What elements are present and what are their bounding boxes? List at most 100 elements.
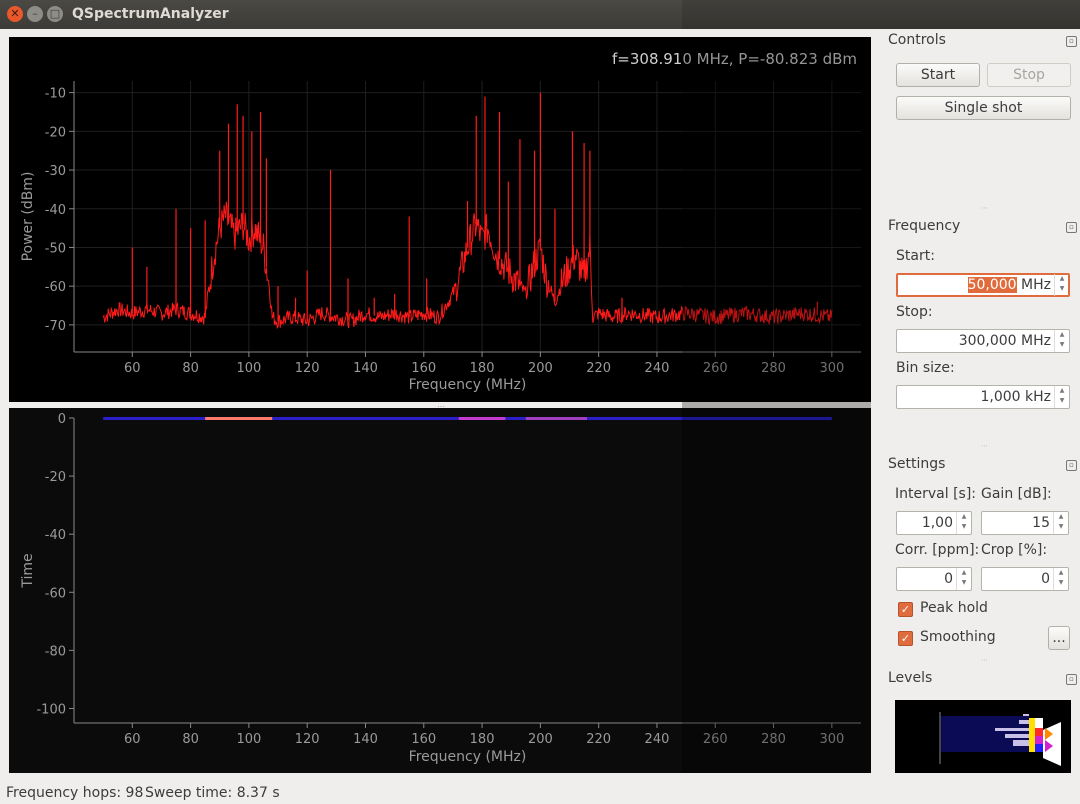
y-tick-label: -100: [36, 702, 66, 717]
x-tick-label: 80: [182, 732, 199, 747]
start-frequency-selected-text: 50,000: [967, 277, 1017, 293]
x-tick-label: 160: [411, 732, 436, 747]
x-tick-label: 240: [645, 361, 670, 376]
spin-arrows-icon[interactable]: ▲ ▼: [956, 512, 971, 534]
spin-arrows-icon[interactable]: ▲ ▼: [1053, 512, 1068, 534]
gain-input[interactable]: 15 ▲ ▼: [981, 511, 1069, 535]
gradient-white: [1035, 718, 1043, 728]
start-frequency-input[interactable]: 50,000 MHz ▲ ▼: [896, 273, 1070, 297]
x-tick-label: 200: [528, 361, 553, 376]
crop-input[interactable]: 0 ▲ ▼: [981, 567, 1069, 591]
x-tick-label: 240: [645, 732, 670, 747]
stop-frequency-value: 300,000 MHz: [958, 333, 1051, 349]
gradient-red: [1035, 728, 1043, 736]
waterfall-plot[interactable]: 60 80 100 120 140 160 180 200 220 240 260 280 300 0 -2…: [9, 408, 871, 773]
x-tick-label: 220: [586, 732, 611, 747]
crop-label: Crop [%]:: [981, 542, 1048, 558]
spin-arrows-icon[interactable]: ▲ ▼: [1053, 568, 1068, 590]
interval-label: Interval [s]:: [895, 486, 976, 502]
spin-arrows-icon[interactable]: ▲ ▼: [1054, 274, 1069, 296]
y-tick-label: -40: [45, 528, 66, 543]
dock-resize-grip[interactable]: ⋯: [981, 442, 989, 450]
interval-value: 1,00: [921, 515, 953, 531]
minimize-window-button[interactable]: –: [27, 6, 43, 22]
stop-frequency-input[interactable]: 300,000 MHz ▲ ▼: [896, 329, 1070, 353]
x-axis-label: Frequency (MHz): [409, 377, 527, 393]
dock-resize-grip[interactable]: ⋯: [981, 204, 989, 212]
interval-input[interactable]: 1,00 ▲ ▼: [896, 511, 972, 535]
x-tick-label: 200: [528, 732, 553, 747]
y-tick-label: -10: [45, 87, 66, 102]
y-tick-label: -40: [45, 203, 66, 218]
histogram-bar: [1005, 734, 1029, 738]
waterfall-hot-band: [205, 417, 273, 420]
x-tick-label: 260: [703, 732, 728, 747]
status-bar: Frequency hops: 98 Sweep time: 8.37 s: [0, 781, 1080, 804]
float-dock-icon[interactable]: ▫: [1066, 36, 1077, 47]
float-dock-icon[interactable]: ▫: [1066, 460, 1077, 471]
smoothing-checkbox[interactable]: ✓: [898, 631, 913, 646]
close-window-button[interactable]: ✕: [7, 6, 23, 22]
settings-dock-title: Settings: [888, 456, 946, 472]
bin-size-label: Bin size:: [896, 360, 955, 376]
bin-size-input[interactable]: 1,000 kHz ▲ ▼: [896, 385, 1070, 409]
start-frequency-label: Start:: [896, 248, 935, 264]
dock-resize-grip[interactable]: ⋯: [981, 656, 989, 664]
waterfall-hot-band: [458, 417, 506, 420]
histogram-bar: [1019, 720, 1029, 724]
x-tick-label: 280: [761, 732, 786, 747]
spectrum-chart[interactable]: 60 80 100 120 140 160 180 200 220 240 260 280 300 -10…: [9, 37, 871, 402]
spin-arrows-icon[interactable]: ▲ ▼: [1054, 386, 1069, 408]
cursor-readout: f=308.910 MHz, P=-80.823 dBm: [612, 50, 857, 68]
x-tick-label: 280: [761, 361, 786, 376]
gradient-yellow: [1029, 718, 1035, 752]
correction-label: Corr. [ppm]:: [895, 542, 980, 558]
correction-input[interactable]: 0 ▲ ▼: [896, 567, 972, 591]
peak-hold-label: Peak hold: [920, 600, 988, 616]
float-dock-icon[interactable]: ▫: [1066, 674, 1077, 685]
x-tick-label: 100: [236, 361, 261, 376]
smoothing-options-button[interactable]: ...: [1048, 626, 1070, 650]
single-shot-button[interactable]: Single shot: [896, 96, 1071, 120]
frequency-hops-status: Frequency hops: 98: [6, 785, 144, 801]
y-tick-label: 0: [58, 412, 66, 427]
y-tick-label: -60: [45, 280, 66, 295]
y-tick-label: -20: [45, 125, 66, 140]
spin-arrows-icon[interactable]: ▲ ▼: [1054, 330, 1069, 352]
histogram-bar: [995, 728, 1029, 731]
x-tick-label: 80: [182, 361, 199, 376]
x-tick-label: 120: [295, 361, 320, 376]
x-tick-label: 180: [470, 732, 495, 747]
stop-button[interactable]: Stop: [987, 63, 1071, 87]
float-dock-icon[interactable]: ▫: [1066, 222, 1077, 233]
peak-hold-checkbox[interactable]: ✓: [898, 602, 913, 617]
stop-frequency-label: Stop:: [896, 304, 933, 320]
controls-dock-title: Controls: [888, 32, 946, 48]
x-tick-label: 60: [124, 361, 141, 376]
x-tick-label: 300: [819, 361, 844, 376]
frequency-dock-title: Frequency: [888, 218, 961, 234]
x-tick-label: 180: [470, 361, 495, 376]
x-tick-label: 100: [236, 732, 261, 747]
y-axis-label: Power (dBm): [20, 172, 36, 262]
maximize-window-button[interactable]: □: [47, 6, 63, 22]
levels-histogram-chart[interactable]: [895, 700, 1071, 773]
levels-histogram[interactable]: [895, 700, 1071, 773]
title-bar: ✕ – □ QSpectrumAnalyzer: [0, 0, 1080, 29]
smoothing-label: Smoothing: [920, 629, 996, 645]
waterfall-chart[interactable]: 60 80 100 120 140 160 180 200 220 240 260 280 300 0 -2…: [9, 408, 871, 773]
x-tick-label: 160: [411, 361, 436, 376]
histogram-bar: [1023, 714, 1029, 716]
y-tick-label: -80: [45, 644, 66, 659]
start-button[interactable]: Start: [896, 63, 980, 87]
y-tick-label: -50: [45, 241, 66, 256]
x-tick-label: 120: [295, 732, 320, 747]
y-tick-label: -30: [45, 164, 66, 179]
spectrum-plot[interactable]: 60 80 100 120 140 160 180 200 220 240 260 280 300 -10…: [9, 37, 871, 402]
sweep-time-status: Sweep time: 8.37 s: [145, 785, 280, 801]
window-title: QSpectrumAnalyzer: [72, 6, 229, 22]
x-tick-label: 220: [586, 361, 611, 376]
bin-size-value: 1,000 kHz: [980, 389, 1051, 405]
spin-arrows-icon[interactable]: ▲ ▼: [956, 568, 971, 590]
x-tick-label: 140: [353, 361, 378, 376]
